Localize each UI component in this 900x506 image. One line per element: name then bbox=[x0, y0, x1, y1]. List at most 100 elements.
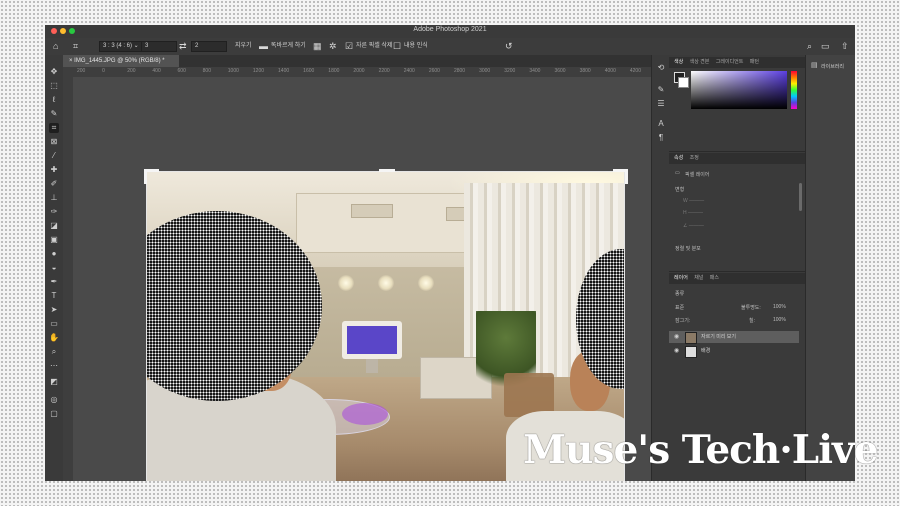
ratio-select[interactable]: 3 : 3 (4 : 6) ⌄ bbox=[99, 41, 145, 52]
quick-mask-icon[interactable]: ◎ bbox=[49, 395, 59, 405]
brush-tool-icon[interactable]: ✐ bbox=[49, 179, 59, 189]
history-icon[interactable]: ⟲ bbox=[656, 63, 666, 73]
screen-mode-icon[interactable]: ▢ bbox=[49, 409, 59, 419]
hand-tool-icon[interactable]: ✋ bbox=[49, 333, 59, 343]
visibility-eye-icon[interactable]: ◉ bbox=[674, 331, 679, 343]
layer-thumbnail bbox=[685, 346, 697, 358]
foreground-background-color-icon[interactable]: ◩ bbox=[49, 377, 59, 387]
frame-tool-icon[interactable]: ⊠ bbox=[49, 137, 59, 147]
crop-tool-active-icon[interactable]: ⌗ bbox=[49, 123, 59, 133]
window-title: Adobe Photoshop 2021 bbox=[413, 26, 487, 33]
blend-mode-select[interactable]: 표준 bbox=[675, 304, 684, 311]
opacity-value[interactable]: 100% bbox=[773, 304, 786, 310]
ruler-tick-label: 2200 bbox=[378, 68, 390, 74]
ratio-value-input[interactable]: 3 bbox=[141, 41, 177, 52]
overlay-grid-icon[interactable]: ▦ bbox=[313, 41, 322, 52]
move-tool-icon[interactable]: ✥ bbox=[49, 67, 59, 77]
pen-tool-icon[interactable]: ✒ bbox=[49, 277, 59, 287]
layer-row[interactable]: ◉ 배경 bbox=[669, 345, 799, 358]
tab-channels[interactable]: 채널 bbox=[694, 275, 703, 281]
character-icon[interactable]: A bbox=[656, 119, 666, 129]
canvas-area[interactable] bbox=[73, 77, 651, 481]
ruler-tick-label: 600 bbox=[177, 68, 186, 74]
document-tab-title: IMG_1445.JPG @ 50% (RGB/8) * bbox=[74, 58, 165, 64]
quick-select-tool-icon[interactable]: ✎ bbox=[49, 109, 59, 119]
panel-icon-strip: ⟲ ✎ ☰ A ¶ bbox=[651, 55, 670, 481]
paragraph-icon[interactable]: ¶ bbox=[656, 133, 666, 143]
marquee-tool-icon[interactable]: ⬚ bbox=[49, 81, 59, 91]
reset-icon[interactable]: ↺ bbox=[505, 41, 513, 52]
ruler-tick-label: 2600 bbox=[428, 68, 440, 74]
content-aware-checkbox[interactable]: 내용 인식 bbox=[404, 41, 428, 52]
checkbox-checked-icon[interactable]: ☑ bbox=[345, 41, 353, 52]
ruler-tick-label: 200 bbox=[77, 68, 86, 74]
ruler-tick-label: 4200 bbox=[629, 68, 641, 74]
fill-value[interactable]: 100% bbox=[773, 317, 786, 323]
tab-adjustments[interactable]: 조정 bbox=[690, 155, 699, 161]
straighten-button[interactable]: 똑바르게 하기 bbox=[271, 41, 306, 52]
more-tools-icon[interactable]: ⋯ bbox=[49, 361, 59, 371]
pixel-layer-label: 픽셀 레이어 bbox=[685, 172, 710, 178]
document-tab-bar: × IMG_1445.JPG @ 50% (RGB/8) * bbox=[63, 55, 651, 67]
tab-color[interactable]: 색상 bbox=[674, 59, 683, 65]
libraries-label[interactable]: 라이브러리 bbox=[821, 63, 844, 70]
checkbox-empty-icon[interactable]: ☐ bbox=[393, 41, 401, 52]
blur-tool-icon[interactable]: ● bbox=[49, 249, 59, 259]
lasso-tool-icon[interactable]: ℓ bbox=[49, 95, 59, 105]
dodge-tool-icon[interactable]: ◒ bbox=[49, 263, 59, 273]
crop-handle-top-right[interactable] bbox=[613, 169, 628, 184]
properties-panel-tabs: 속성 조정 bbox=[669, 153, 805, 164]
transform-width-field[interactable]: W ——— bbox=[683, 198, 704, 204]
second-value-input[interactable]: 2 bbox=[191, 41, 227, 52]
eyedropper-tool-icon[interactable]: ⁄ bbox=[49, 151, 59, 161]
zoom-tool-icon[interactable]: ⌕ bbox=[49, 347, 59, 357]
align-section-label[interactable]: 정렬 및 분포 bbox=[675, 245, 701, 252]
adjustments-icon[interactable]: ☰ bbox=[656, 99, 666, 109]
straighten-icon[interactable]: ▬ bbox=[259, 41, 268, 52]
healing-brush-tool-icon[interactable]: ✚ bbox=[49, 165, 59, 175]
ruler-tick-label: 4000 bbox=[604, 68, 616, 74]
crop-handle-top-left[interactable] bbox=[144, 169, 159, 184]
transform-height-field[interactable]: H ——— bbox=[683, 210, 703, 216]
tab-patterns[interactable]: 패턴 bbox=[750, 59, 759, 65]
color-picker-field[interactable] bbox=[691, 71, 787, 109]
panel-divider bbox=[669, 271, 805, 272]
ruler-tick-label: 2800 bbox=[453, 68, 466, 74]
settings-gear-icon[interactable]: ✲ bbox=[329, 41, 337, 52]
transform-angle-field[interactable]: ∠ ——— bbox=[683, 223, 704, 229]
tab-swatches[interactable]: 색상 견본 bbox=[690, 59, 710, 65]
stamp-tool-icon[interactable]: ⊥ bbox=[49, 193, 59, 203]
history-brush-tool-icon[interactable]: ✑ bbox=[49, 207, 59, 217]
home-icon[interactable]: ⌂ bbox=[53, 41, 58, 52]
background-color-swatch[interactable] bbox=[678, 77, 689, 88]
workspace-icon[interactable]: ▭ bbox=[821, 41, 830, 52]
search-icon[interactable]: ⌕ bbox=[807, 41, 812, 52]
gradient-tool-icon[interactable]: ▣ bbox=[49, 235, 59, 245]
type-tool-icon[interactable]: T bbox=[49, 291, 59, 301]
crop-tool-icon[interactable]: ⌗ bbox=[73, 41, 78, 52]
eraser-tool-icon[interactable]: ◪ bbox=[49, 221, 59, 231]
path-select-tool-icon[interactable]: ➤ bbox=[49, 305, 59, 315]
swap-icon[interactable]: ⇄ bbox=[179, 41, 187, 52]
ruler-tick-label: 200 bbox=[127, 68, 136, 74]
delete-cropped-pixels-checkbox[interactable]: 자른 픽셀 삭제 bbox=[356, 41, 392, 52]
tab-paths[interactable]: 패스 bbox=[710, 275, 719, 281]
hue-slider[interactable] bbox=[791, 71, 797, 109]
tab-gradients[interactable]: 그레이디언트 bbox=[716, 59, 744, 65]
layer-filter-search[interactable]: 종류 bbox=[675, 290, 684, 297]
libraries-icon[interactable]: ▤ bbox=[811, 61, 818, 69]
share-icon[interactable]: ⇧ bbox=[841, 41, 849, 52]
brush-settings-icon[interactable]: ✎ bbox=[656, 85, 666, 95]
tab-layers[interactable]: 레이어 bbox=[674, 275, 688, 281]
tab-properties[interactable]: 속성 bbox=[674, 155, 683, 161]
visibility-eye-icon[interactable]: ◉ bbox=[674, 345, 679, 357]
clear-button[interactable]: 지우기 bbox=[235, 41, 252, 52]
crop-handle-top[interactable] bbox=[379, 169, 395, 172]
document-tab[interactable]: × IMG_1445.JPG @ 50% (RGB/8) * bbox=[63, 55, 179, 67]
properties-scrollbar[interactable] bbox=[799, 183, 802, 211]
rectangle-tool-icon[interactable]: ▭ bbox=[49, 319, 59, 329]
color-panel-tabs: 색상 색상 견본 그레이디언트 패턴 bbox=[669, 57, 805, 68]
options-bar: ⌂ ⌗ 3 : 3 (4 : 6) ⌄ 3 ⇄ 2 지우기 ▬ 똑바르게 하기 … bbox=[45, 38, 855, 56]
transform-section-label[interactable]: 변형 bbox=[675, 186, 684, 193]
layer-row[interactable]: ◉ 자르기 미리 보기 bbox=[669, 331, 799, 344]
